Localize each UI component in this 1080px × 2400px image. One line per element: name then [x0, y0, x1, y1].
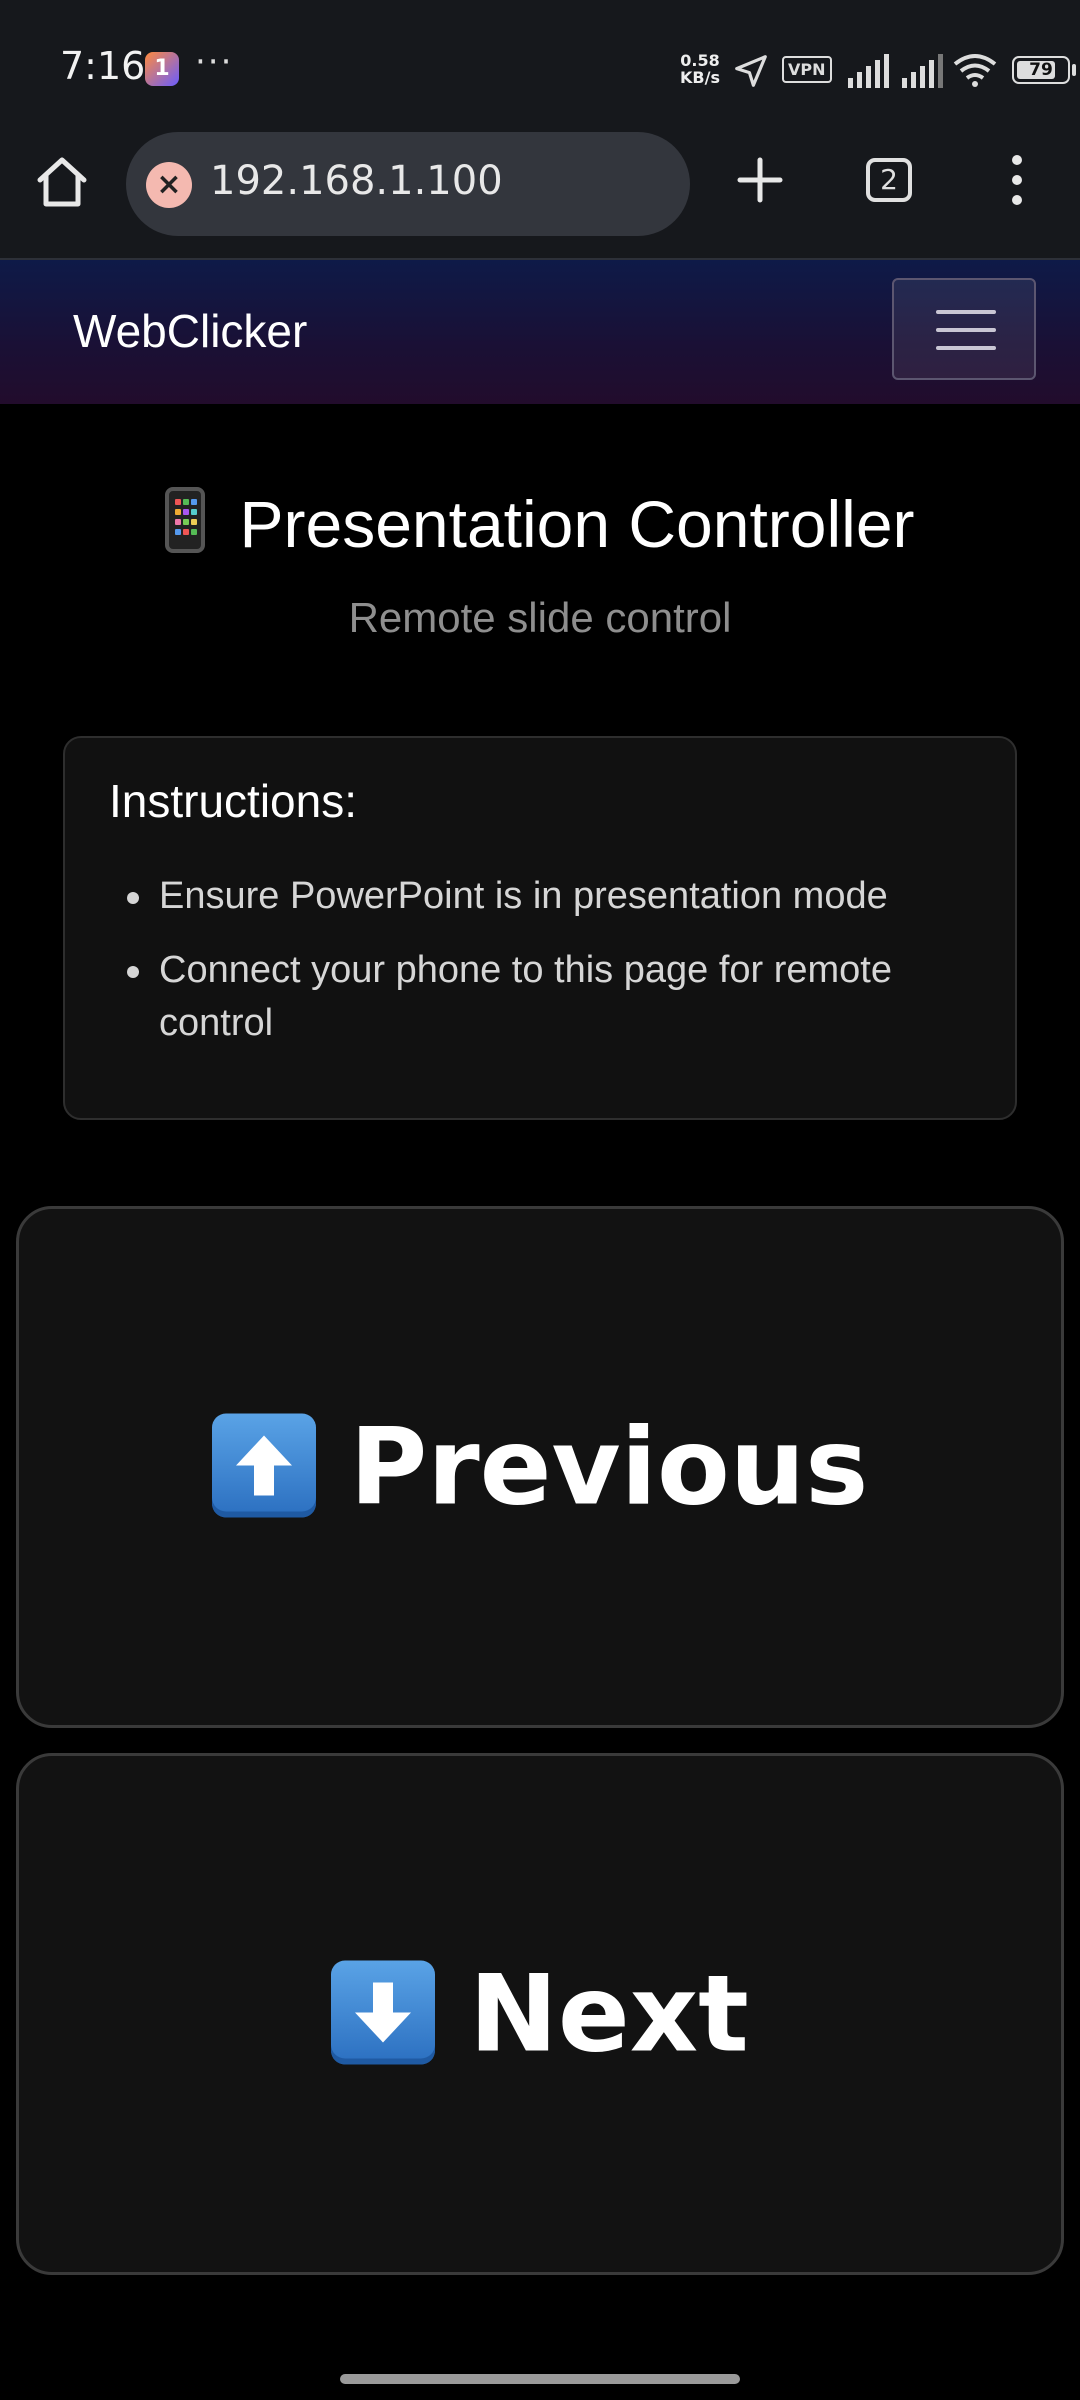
new-tab-plus-icon[interactable] — [730, 150, 790, 210]
status-icons: 0.58 KB/s VPN 79 — [580, 0, 1080, 130]
next-slide-button[interactable]: Next — [16, 1753, 1064, 2275]
network-speed: 0.58 KB/s — [680, 52, 720, 86]
site-navbar: WebClicker — [0, 260, 1080, 404]
page-title-row: Presentation Controller — [0, 486, 1080, 562]
navbar-brand[interactable]: WebClicker — [73, 304, 307, 358]
network-speed-unit: KB/s — [680, 68, 720, 87]
instructions-list: Ensure PowerPoint is in presentation mod… — [127, 870, 979, 1071]
tab-count-button[interactable]: 2 — [866, 158, 912, 202]
previous-button-content: Previous — [19, 1406, 1061, 1529]
close-x-icon[interactable]: × — [146, 162, 192, 208]
signal-strength-icon — [848, 54, 889, 88]
down-arrow-icon — [331, 1960, 436, 2065]
browser-toolbar: × 192.168.1.100 2 — [0, 130, 1080, 260]
location-arrow-icon — [735, 55, 767, 87]
instructions-heading: Instructions: — [109, 775, 357, 827]
hamburger-icon-bar — [936, 328, 996, 332]
instructions-card: Instructions: Ensure PowerPoint is in pr… — [63, 736, 1017, 1120]
gesture-home-bar[interactable] — [340, 2374, 740, 2384]
hamburger-icon — [936, 310, 996, 314]
next-button-label: Next — [469, 1952, 749, 2076]
signal-strength-2-icon — [902, 54, 943, 88]
battery-level: 79 — [1029, 60, 1053, 80]
previous-button-label: Previous — [349, 1405, 869, 1529]
instruction-item: Connect your phone to this page for remo… — [127, 944, 979, 1050]
hamburger-icon-bar — [936, 346, 996, 350]
page-subtitle: Remote slide control — [348, 594, 732, 641]
navbar-toggler-button[interactable] — [892, 278, 1036, 380]
vpn-icon: VPN — [782, 56, 832, 83]
page-title: Presentation Controller — [239, 487, 915, 561]
address-bar[interactable]: × 192.168.1.100 — [126, 132, 690, 236]
battery-tip — [1072, 64, 1076, 76]
battery-icon: 79 — [1012, 56, 1070, 84]
status-time: 7:16 — [60, 44, 146, 88]
status-bar: 7:16 1 ··· 0.58 KB/s VPN 79 — [0, 0, 1080, 130]
more-notifications-icon: ··· — [195, 42, 234, 82]
network-speed-value: 0.58 — [680, 51, 720, 70]
home-icon[interactable] — [32, 152, 92, 212]
app-notification-icon: 1 — [145, 52, 179, 86]
url-text[interactable]: 192.168.1.100 — [210, 158, 503, 204]
next-button-content: Next — [19, 1953, 1061, 2076]
instruction-item: Ensure PowerPoint is in presentation mod… — [127, 870, 979, 923]
mobile-phone-icon — [165, 487, 206, 553]
overflow-menu-icon[interactable] — [1000, 150, 1034, 210]
previous-slide-button[interactable]: Previous — [16, 1206, 1064, 1728]
wifi-icon — [953, 54, 997, 87]
up-arrow-icon — [211, 1413, 316, 1518]
